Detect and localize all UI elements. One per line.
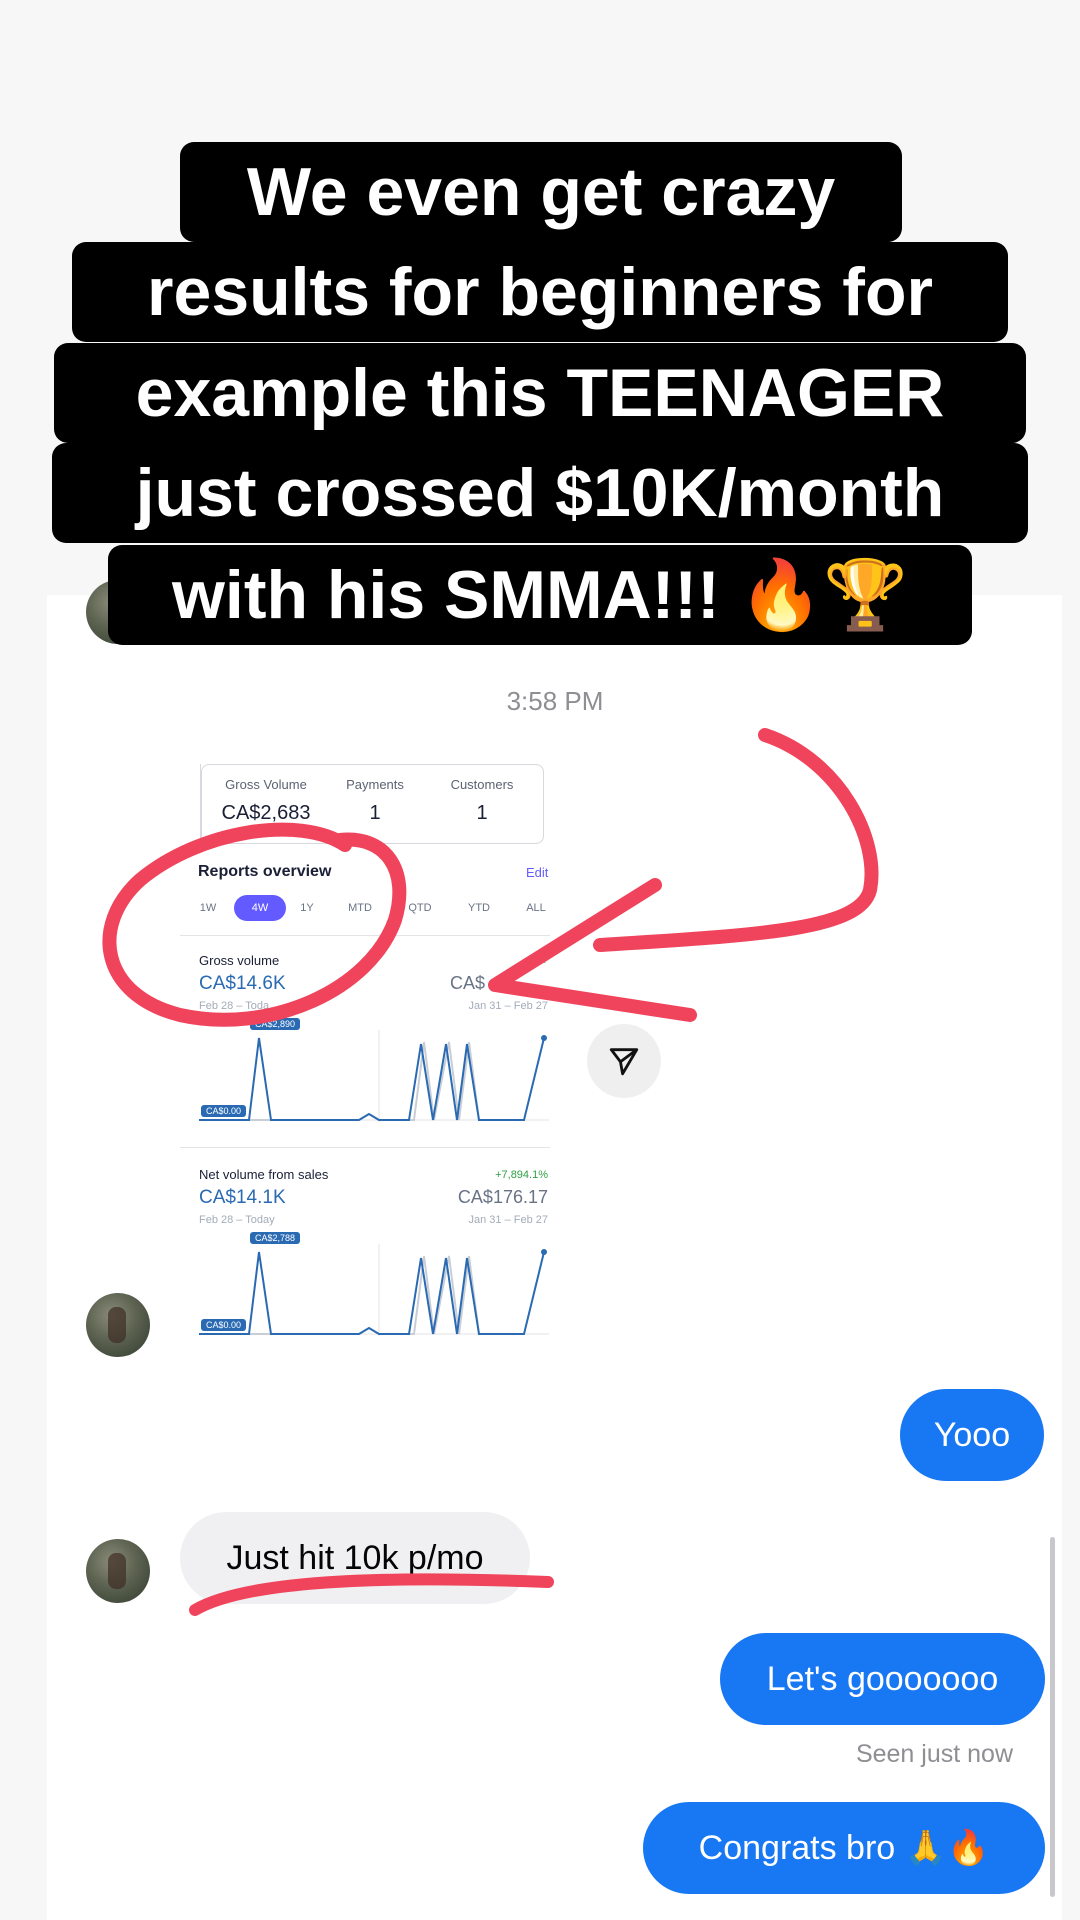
reports-overview-title: Reports overview (198, 863, 332, 880)
message-congrats[interactable]: Congrats bro 🙏🔥 (643, 1802, 1045, 1894)
net-volume-period: Feb 28 – Today (199, 1214, 275, 1226)
caption-line-1: We even get crazy (180, 142, 902, 242)
caption-line-5: with his SMMA!!! 🔥🏆 (108, 545, 972, 645)
net-volume-current: CA$14.1K (199, 1187, 286, 1208)
range-tab-qtd[interactable]: QTD (400, 902, 440, 914)
section-divider (180, 1147, 550, 1148)
gross-volume-period: Feb 28 – Toda (199, 1000, 270, 1012)
message-yooo[interactable]: Yooo (900, 1389, 1044, 1481)
summary-label: Customers (450, 777, 514, 792)
contact-avatar[interactable] (86, 1293, 150, 1357)
gross-volume-prev-period: Jan 31 – Feb 27 (468, 1000, 548, 1012)
net-volume-chart (199, 1244, 549, 1336)
range-tab-1y[interactable]: 1Y (287, 902, 327, 914)
summary-value: 1 (476, 802, 488, 824)
gross-volume-peak-tag: CA$2,890 (250, 1018, 301, 1030)
summary-label: Gross Volume (225, 777, 307, 792)
gross-volume-chart (199, 1030, 549, 1122)
caption-line-3: example this TEENAGER (54, 343, 1026, 443)
caption-line-4: just crossed $10K/month (52, 443, 1028, 543)
net-volume-label: Net volume from sales (199, 1167, 329, 1182)
gross-volume-current: CA$14.6K (199, 973, 286, 994)
seen-indicator: Seen just now (855, 1740, 1013, 1768)
summary-card: Gross Volume CA$2,683 Payments 1 Custome… (201, 764, 544, 844)
net-volume-previous: CA$176.17 (457, 1187, 548, 1207)
summary-value: 1 (369, 802, 381, 824)
prev-card-edge (190, 764, 201, 842)
caption-overlay: We even get crazy results for beginners … (0, 0, 1080, 700)
summary-payments: Payments 1 (330, 777, 420, 825)
send-icon (609, 1048, 639, 1076)
net-volume-peak-tag: CA$2,788 (250, 1232, 301, 1244)
summary-label: Payments (346, 777, 404, 792)
range-tab-all[interactable]: ALL (516, 902, 556, 914)
range-tab-ytd[interactable]: YTD (459, 902, 499, 914)
caption-line-2: results for beginners for (72, 242, 1008, 342)
summary-customers: Customers 1 (432, 777, 532, 825)
net-volume-pct: +7,894.1% (495, 1169, 548, 1181)
gross-volume-label: Gross volume (199, 953, 280, 968)
range-tab-4w[interactable]: 4W (234, 895, 286, 921)
contact-avatar[interactable] (86, 1539, 150, 1603)
section-divider (180, 935, 550, 936)
summary-value: CA$2,683 (221, 802, 311, 824)
range-tab-1w[interactable]: 1W (188, 902, 228, 914)
edit-link[interactable]: Edit (526, 865, 548, 880)
message-lets-go[interactable]: Let's gooooooo (720, 1633, 1045, 1725)
summary-gross: Gross Volume CA$2,683 (216, 777, 316, 825)
net-volume-prev-period: Jan 31 – Feb 27 (468, 1214, 548, 1226)
gross-volume-previous: CA$ (450, 973, 486, 993)
message-just-hit[interactable]: Just hit 10k p/mo (180, 1512, 530, 1604)
gross-volume-pct: + (541, 955, 548, 967)
range-tab-mtd[interactable]: MTD (340, 902, 380, 914)
scrollbar[interactable] (1050, 1537, 1055, 1897)
share-button[interactable] (587, 1024, 661, 1098)
